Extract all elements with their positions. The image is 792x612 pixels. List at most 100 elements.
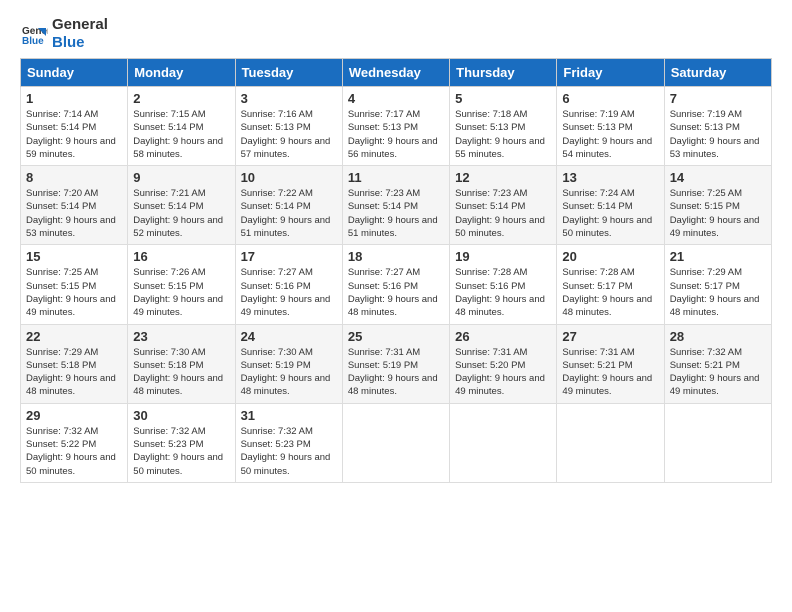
day-info: Sunrise: 7:14 AM Sunset: 5:14 PM Dayligh… bbox=[26, 108, 122, 161]
calendar-cell: 14 Sunrise: 7:25 AM Sunset: 5:15 PM Dayl… bbox=[664, 166, 771, 245]
day-info: Sunrise: 7:22 AM Sunset: 5:14 PM Dayligh… bbox=[241, 187, 337, 240]
day-number: 6 bbox=[562, 91, 658, 106]
day-info: Sunrise: 7:23 AM Sunset: 5:14 PM Dayligh… bbox=[348, 187, 444, 240]
day-info: Sunrise: 7:29 AM Sunset: 5:17 PM Dayligh… bbox=[670, 266, 766, 319]
calendar-cell: 12 Sunrise: 7:23 AM Sunset: 5:14 PM Dayl… bbox=[450, 166, 557, 245]
calendar-cell: 16 Sunrise: 7:26 AM Sunset: 5:15 PM Dayl… bbox=[128, 245, 235, 324]
logo-text: General Blue bbox=[52, 16, 108, 52]
day-info: Sunrise: 7:17 AM Sunset: 5:13 PM Dayligh… bbox=[348, 108, 444, 161]
calendar-cell: 22 Sunrise: 7:29 AM Sunset: 5:18 PM Dayl… bbox=[21, 324, 128, 403]
day-info: Sunrise: 7:31 AM Sunset: 5:19 PM Dayligh… bbox=[348, 346, 444, 399]
calendar-cell bbox=[342, 403, 449, 482]
day-number: 13 bbox=[562, 170, 658, 185]
header-sunday: Sunday bbox=[21, 59, 128, 87]
day-info: Sunrise: 7:15 AM Sunset: 5:14 PM Dayligh… bbox=[133, 108, 229, 161]
calendar-cell: 21 Sunrise: 7:29 AM Sunset: 5:17 PM Dayl… bbox=[664, 245, 771, 324]
day-number: 27 bbox=[562, 329, 658, 344]
day-info: Sunrise: 7:27 AM Sunset: 5:16 PM Dayligh… bbox=[348, 266, 444, 319]
day-number: 5 bbox=[455, 91, 551, 106]
calendar-week-3: 15 Sunrise: 7:25 AM Sunset: 5:15 PM Dayl… bbox=[21, 245, 772, 324]
calendar-cell: 13 Sunrise: 7:24 AM Sunset: 5:14 PM Dayl… bbox=[557, 166, 664, 245]
calendar-week-1: 1 Sunrise: 7:14 AM Sunset: 5:14 PM Dayli… bbox=[21, 87, 772, 166]
day-info: Sunrise: 7:19 AM Sunset: 5:13 PM Dayligh… bbox=[562, 108, 658, 161]
day-info: Sunrise: 7:32 AM Sunset: 5:21 PM Dayligh… bbox=[670, 346, 766, 399]
calendar-cell: 5 Sunrise: 7:18 AM Sunset: 5:13 PM Dayli… bbox=[450, 87, 557, 166]
day-number: 9 bbox=[133, 170, 229, 185]
day-number: 1 bbox=[26, 91, 122, 106]
day-info: Sunrise: 7:30 AM Sunset: 5:19 PM Dayligh… bbox=[241, 346, 337, 399]
calendar-week-2: 8 Sunrise: 7:20 AM Sunset: 5:14 PM Dayli… bbox=[21, 166, 772, 245]
day-info: Sunrise: 7:26 AM Sunset: 5:15 PM Dayligh… bbox=[133, 266, 229, 319]
calendar-cell: 24 Sunrise: 7:30 AM Sunset: 5:19 PM Dayl… bbox=[235, 324, 342, 403]
day-info: Sunrise: 7:21 AM Sunset: 5:14 PM Dayligh… bbox=[133, 187, 229, 240]
calendar-cell: 29 Sunrise: 7:32 AM Sunset: 5:22 PM Dayl… bbox=[21, 403, 128, 482]
day-number: 4 bbox=[348, 91, 444, 106]
calendar-cell: 1 Sunrise: 7:14 AM Sunset: 5:14 PM Dayli… bbox=[21, 87, 128, 166]
day-number: 8 bbox=[26, 170, 122, 185]
day-number: 17 bbox=[241, 249, 337, 264]
day-number: 20 bbox=[562, 249, 658, 264]
calendar-cell: 9 Sunrise: 7:21 AM Sunset: 5:14 PM Dayli… bbox=[128, 166, 235, 245]
day-number: 2 bbox=[133, 91, 229, 106]
day-info: Sunrise: 7:24 AM Sunset: 5:14 PM Dayligh… bbox=[562, 187, 658, 240]
day-number: 21 bbox=[670, 249, 766, 264]
calendar-cell: 26 Sunrise: 7:31 AM Sunset: 5:20 PM Dayl… bbox=[450, 324, 557, 403]
calendar-cell: 7 Sunrise: 7:19 AM Sunset: 5:13 PM Dayli… bbox=[664, 87, 771, 166]
calendar-cell: 10 Sunrise: 7:22 AM Sunset: 5:14 PM Dayl… bbox=[235, 166, 342, 245]
calendar-header-row: SundayMondayTuesdayWednesdayThursdayFrid… bbox=[21, 59, 772, 87]
day-info: Sunrise: 7:32 AM Sunset: 5:23 PM Dayligh… bbox=[241, 425, 337, 478]
day-number: 18 bbox=[348, 249, 444, 264]
day-info: Sunrise: 7:28 AM Sunset: 5:16 PM Dayligh… bbox=[455, 266, 551, 319]
calendar-cell: 18 Sunrise: 7:27 AM Sunset: 5:16 PM Dayl… bbox=[342, 245, 449, 324]
calendar-cell: 8 Sunrise: 7:20 AM Sunset: 5:14 PM Dayli… bbox=[21, 166, 128, 245]
day-number: 31 bbox=[241, 408, 337, 423]
calendar-cell: 30 Sunrise: 7:32 AM Sunset: 5:23 PM Dayl… bbox=[128, 403, 235, 482]
day-number: 26 bbox=[455, 329, 551, 344]
calendar-cell: 11 Sunrise: 7:23 AM Sunset: 5:14 PM Dayl… bbox=[342, 166, 449, 245]
calendar-table: SundayMondayTuesdayWednesdayThursdayFrid… bbox=[20, 58, 772, 483]
calendar-cell: 2 Sunrise: 7:15 AM Sunset: 5:14 PM Dayli… bbox=[128, 87, 235, 166]
calendar-week-5: 29 Sunrise: 7:32 AM Sunset: 5:22 PM Dayl… bbox=[21, 403, 772, 482]
day-number: 23 bbox=[133, 329, 229, 344]
day-info: Sunrise: 7:23 AM Sunset: 5:14 PM Dayligh… bbox=[455, 187, 551, 240]
day-number: 14 bbox=[670, 170, 766, 185]
calendar-cell: 23 Sunrise: 7:30 AM Sunset: 5:18 PM Dayl… bbox=[128, 324, 235, 403]
calendar-cell bbox=[450, 403, 557, 482]
day-number: 29 bbox=[26, 408, 122, 423]
day-info: Sunrise: 7:31 AM Sunset: 5:21 PM Dayligh… bbox=[562, 346, 658, 399]
day-info: Sunrise: 7:32 AM Sunset: 5:23 PM Dayligh… bbox=[133, 425, 229, 478]
calendar-cell: 17 Sunrise: 7:27 AM Sunset: 5:16 PM Dayl… bbox=[235, 245, 342, 324]
calendar-cell bbox=[664, 403, 771, 482]
header-friday: Friday bbox=[557, 59, 664, 87]
day-info: Sunrise: 7:25 AM Sunset: 5:15 PM Dayligh… bbox=[670, 187, 766, 240]
day-info: Sunrise: 7:29 AM Sunset: 5:18 PM Dayligh… bbox=[26, 346, 122, 399]
calendar-cell: 25 Sunrise: 7:31 AM Sunset: 5:19 PM Dayl… bbox=[342, 324, 449, 403]
day-info: Sunrise: 7:18 AM Sunset: 5:13 PM Dayligh… bbox=[455, 108, 551, 161]
day-info: Sunrise: 7:32 AM Sunset: 5:22 PM Dayligh… bbox=[26, 425, 122, 478]
day-number: 7 bbox=[670, 91, 766, 106]
day-number: 28 bbox=[670, 329, 766, 344]
day-number: 10 bbox=[241, 170, 337, 185]
header-saturday: Saturday bbox=[664, 59, 771, 87]
day-info: Sunrise: 7:20 AM Sunset: 5:14 PM Dayligh… bbox=[26, 187, 122, 240]
day-info: Sunrise: 7:19 AM Sunset: 5:13 PM Dayligh… bbox=[670, 108, 766, 161]
day-number: 15 bbox=[26, 249, 122, 264]
calendar-cell: 6 Sunrise: 7:19 AM Sunset: 5:13 PM Dayli… bbox=[557, 87, 664, 166]
header-wednesday: Wednesday bbox=[342, 59, 449, 87]
day-number: 11 bbox=[348, 170, 444, 185]
day-number: 12 bbox=[455, 170, 551, 185]
calendar-cell: 19 Sunrise: 7:28 AM Sunset: 5:16 PM Dayl… bbox=[450, 245, 557, 324]
day-info: Sunrise: 7:31 AM Sunset: 5:20 PM Dayligh… bbox=[455, 346, 551, 399]
day-info: Sunrise: 7:28 AM Sunset: 5:17 PM Dayligh… bbox=[562, 266, 658, 319]
calendar-week-4: 22 Sunrise: 7:29 AM Sunset: 5:18 PM Dayl… bbox=[21, 324, 772, 403]
calendar-cell: 31 Sunrise: 7:32 AM Sunset: 5:23 PM Dayl… bbox=[235, 403, 342, 482]
header: General Blue General Blue bbox=[20, 16, 772, 52]
calendar-cell: 20 Sunrise: 7:28 AM Sunset: 5:17 PM Dayl… bbox=[557, 245, 664, 324]
day-info: Sunrise: 7:30 AM Sunset: 5:18 PM Dayligh… bbox=[133, 346, 229, 399]
day-number: 24 bbox=[241, 329, 337, 344]
header-tuesday: Tuesday bbox=[235, 59, 342, 87]
day-number: 16 bbox=[133, 249, 229, 264]
calendar-cell: 15 Sunrise: 7:25 AM Sunset: 5:15 PM Dayl… bbox=[21, 245, 128, 324]
day-info: Sunrise: 7:25 AM Sunset: 5:15 PM Dayligh… bbox=[26, 266, 122, 319]
day-info: Sunrise: 7:16 AM Sunset: 5:13 PM Dayligh… bbox=[241, 108, 337, 161]
